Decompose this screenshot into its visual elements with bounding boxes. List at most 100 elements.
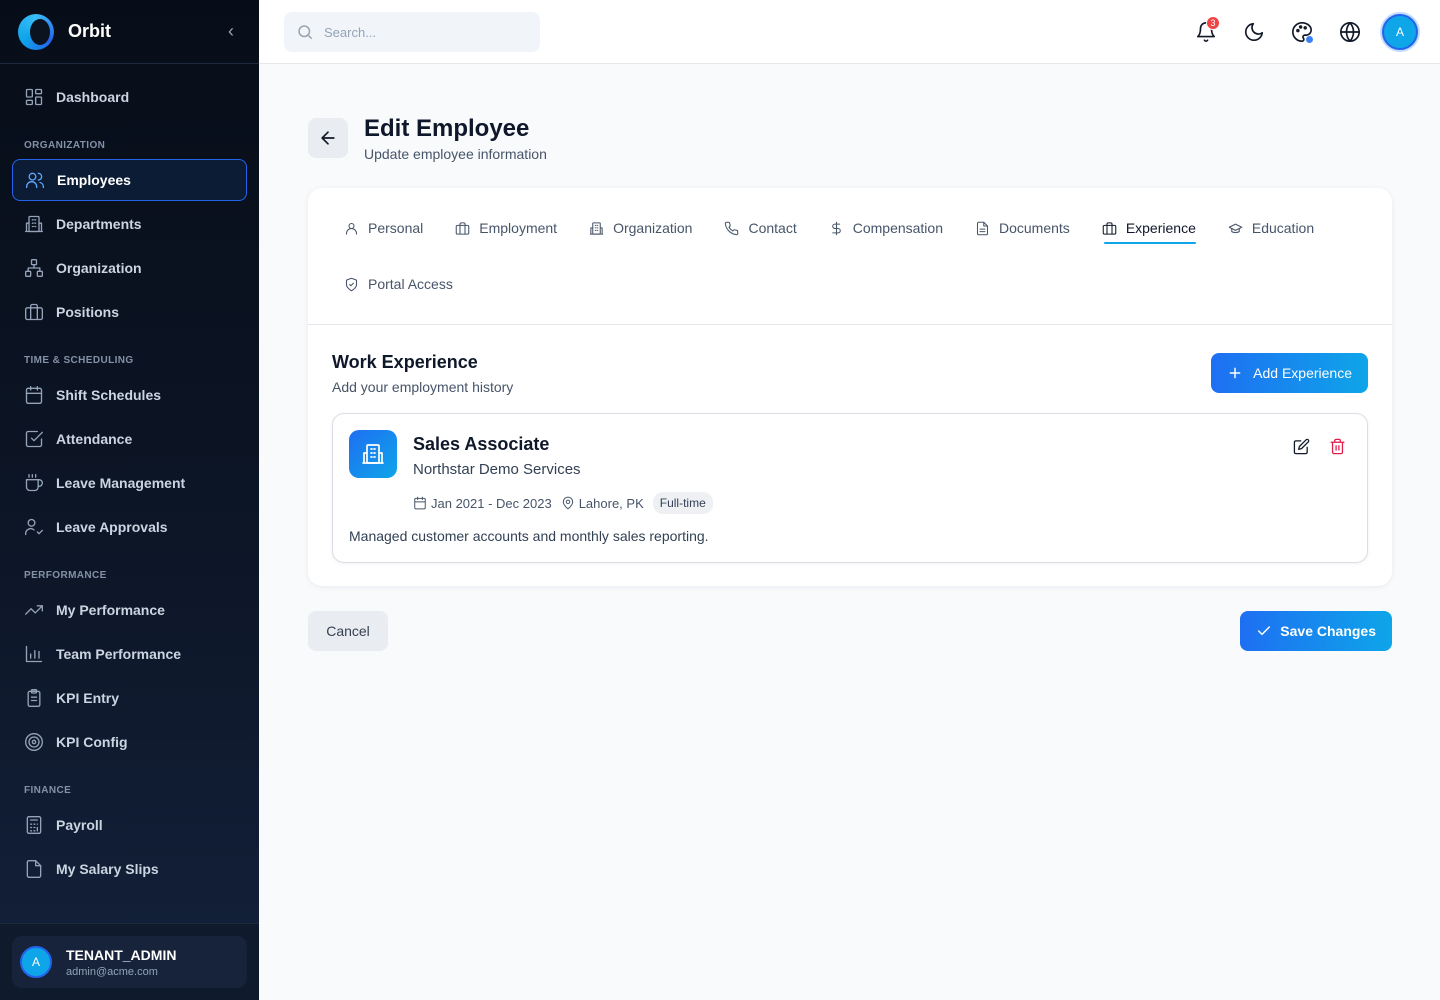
sidebar-item-payroll[interactable]: Payroll [12,804,247,846]
add-experience-button[interactable]: Add Experience [1211,353,1368,393]
map-pin-icon [562,496,573,510]
phone-icon [725,221,739,235]
search-input[interactable] [324,24,524,40]
tab-employment[interactable]: Employment [439,200,573,256]
sidebar-item-label: Leave Approvals [56,519,168,535]
sidebar-item-kpi-config[interactable]: KPI Config [12,721,247,763]
avatar: A [20,946,52,978]
calendar-icon [24,385,44,405]
briefcase-icon [24,302,44,322]
sidebar-item-label: Positions [56,304,120,320]
sidebar-item-label: Organization [56,260,142,276]
palette-button[interactable] [1284,14,1320,50]
org-chart-icon [24,258,44,278]
user-info: TENANT_ADMIN admin@acme.com [66,947,176,978]
sidebar: Orbit ‹ Dashboard ORGANIZATION Employees… [0,0,259,1000]
graduation-cap-icon [1228,223,1243,233]
tab-documents[interactable]: Documents [959,200,1086,256]
delete-experience-button[interactable] [1323,434,1351,458]
file-icon [24,859,44,879]
experience-actions [1279,434,1351,458]
sidebar-item-my-salary-slips[interactable]: My Salary Slips [12,848,247,890]
sidebar-item-label: Employees [57,172,131,188]
sidebar-item-departments[interactable]: Departments [12,203,247,245]
building-icon [589,221,604,235]
tab-contact[interactable]: Contact [708,200,812,256]
experience-period: Jan 2021 - Dec 2023 [413,496,552,511]
sidebar-item-attendance[interactable]: Attendance [12,418,247,460]
tab-education[interactable]: Education [1212,200,1330,256]
sidebar-item-employees[interactable]: Employees [12,159,247,201]
back-button[interactable] [308,118,348,158]
experience-description: Managed customer accounts and monthly sa… [349,528,709,544]
tab-label: Contact [748,220,797,236]
tab-personal[interactable]: Personal [328,200,439,256]
experience-location: Lahore, PK [561,496,644,511]
edit-experience-button[interactable] [1287,434,1315,458]
tab-organization[interactable]: Organization [573,200,708,256]
sidebar-item-label: My Salary Slips [56,861,159,877]
sidebar-item-dashboard[interactable]: Dashboard [12,76,247,118]
notification-badge: 3 [1206,16,1220,30]
globe-icon [1340,22,1360,42]
tab-compensation[interactable]: Compensation [813,200,959,256]
save-changes-label: Save Changes [1280,623,1376,639]
brand: Orbit ‹ [0,0,259,64]
document-icon [976,221,989,235]
users-icon [25,170,45,190]
sidebar-item-label: Departments [56,216,142,232]
sidebar-item-label: Payroll [56,817,103,833]
experience-period-text: Jan 2021 - Dec 2023 [431,495,552,511]
language-button[interactable] [1332,14,1368,50]
user-avatar-button[interactable]: A [1382,14,1418,50]
theme-toggle-button[interactable] [1236,14,1272,50]
cancel-button[interactable]: Cancel [308,611,388,651]
employment-type-badge: Full-time [652,492,713,514]
sidebar-item-leave-management[interactable]: Leave Management [12,462,247,504]
experience-item: Sales Associate Northstar Demo Services … [332,413,1368,563]
sidebar-item-my-performance[interactable]: My Performance [12,589,247,631]
trash-icon [1329,438,1345,454]
tab-portal-access[interactable]: Portal Access [328,256,469,312]
app-name: Orbit [68,21,111,41]
check-square-icon [24,429,44,449]
sidebar-item-label: Shift Schedules [56,387,162,403]
sidebar-item-label: Team Performance [56,646,182,662]
tab-label: Experience [1125,220,1196,236]
sidebar-item-positions[interactable]: Positions [12,291,247,333]
notifications-button[interactable]: 3 [1188,14,1224,50]
sidebar-item-shift-schedules[interactable]: Shift Schedules [12,374,247,416]
calculator-icon [24,815,44,835]
sidebar-item-leave-approvals[interactable]: Leave Approvals [12,506,247,548]
plus-icon [1229,367,1241,379]
collapse-sidebar-icon[interactable]: ‹ [221,21,241,42]
user-profile-button[interactable]: A TENANT_ADMIN admin@acme.com [12,936,247,988]
orbit-logo-icon [18,13,54,50]
section-title: Work Experience [332,352,478,372]
sidebar-user-card: A TENANT_ADMIN admin@acme.com [0,923,259,1000]
sidebar-item-label: My Performance [56,602,165,618]
sidebar-item-team-performance[interactable]: Team Performance [12,633,247,675]
search-icon [298,25,313,40]
company-building-icon [349,430,397,478]
tab-experience[interactable]: Experience [1086,200,1212,256]
form-tabs: Personal Employment Organization Contact… [308,188,1392,325]
experience-meta: Jan 2021 - Dec 2023 Lahore, PK Full-time [413,492,713,514]
save-changes-button[interactable]: Save Changes [1240,611,1392,651]
sidebar-item-label: Dashboard [56,89,130,105]
briefcase-icon [1102,221,1117,235]
clipboard-icon [24,688,44,708]
calendar-icon [414,496,426,510]
page-subtitle: Update employee information [364,146,547,162]
tab-label: Organization [613,220,693,236]
search-box[interactable] [284,12,540,52]
user-email: admin@acme.com [66,965,158,978]
section-label-performance: PERFORMANCE [24,570,107,581]
sidebar-item-kpi-entry[interactable]: KPI Entry [12,677,247,719]
section-label-organization: ORGANIZATION [24,140,106,151]
add-experience-label: Add Experience [1253,365,1352,381]
section-label-finance: FINANCE [24,785,72,796]
sidebar-item-organization[interactable]: Organization [12,247,247,289]
topbar-actions: 3 A [1176,14,1418,50]
sidebar-item-label: Attendance [56,431,133,447]
